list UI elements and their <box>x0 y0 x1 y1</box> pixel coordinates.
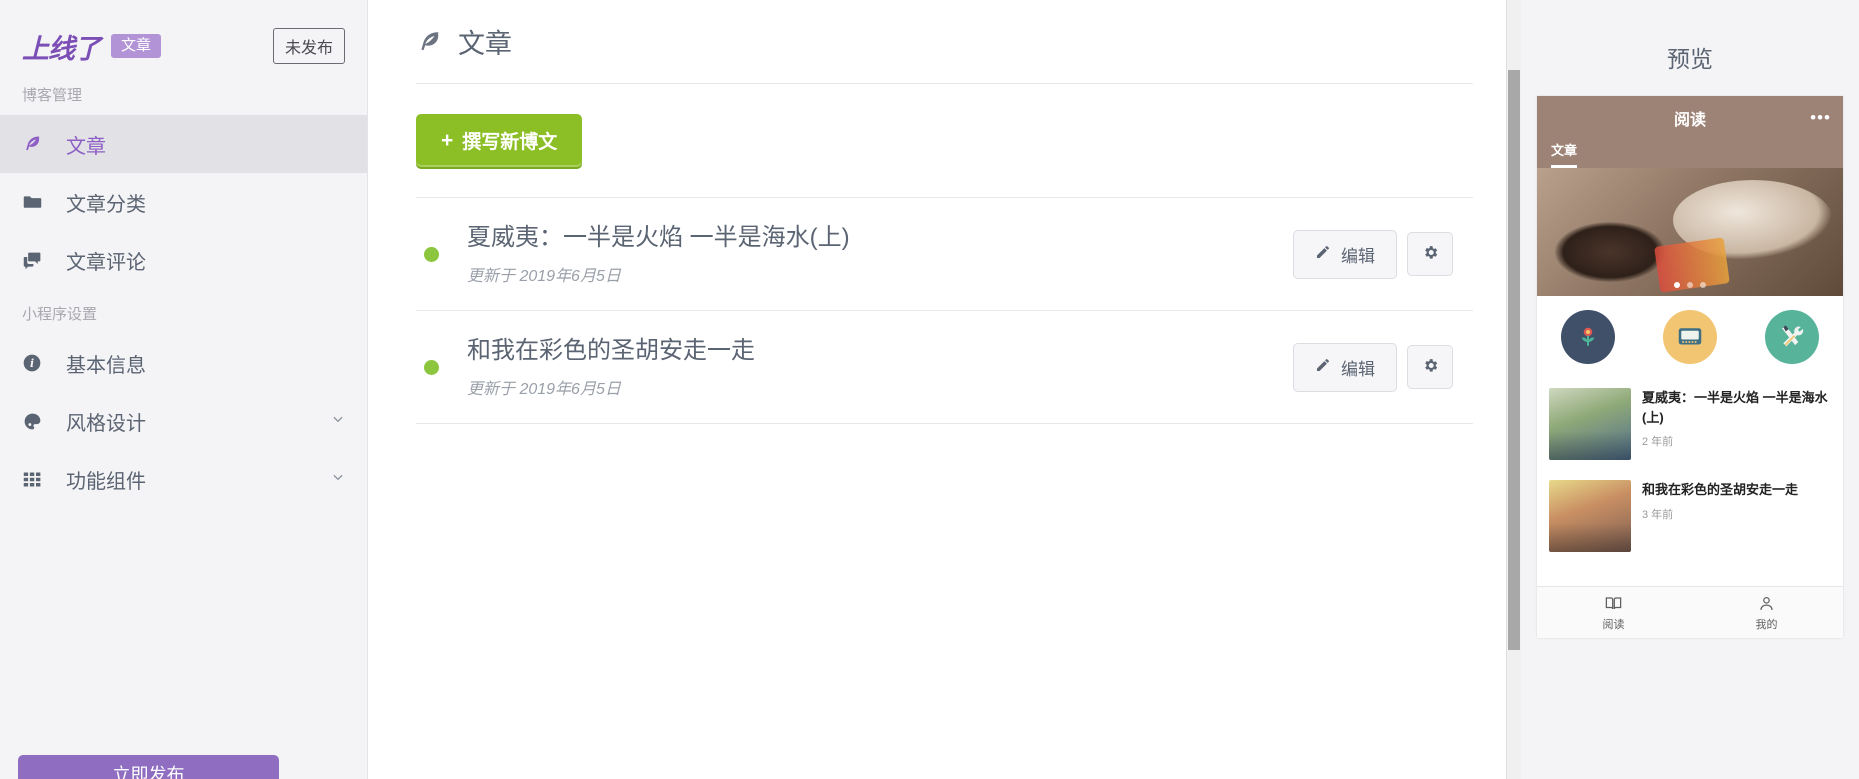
article-time: 2 年前 <box>1642 436 1674 448</box>
status-badge <box>424 246 439 262</box>
gear-icon <box>1422 357 1439 377</box>
brand-logo[interactable]: 上线了 <box>22 27 101 66</box>
chevron-down-icon[interactable] <box>331 412 345 430</box>
post-text: 和我在彩色的圣胡安走一走 更新于 2019年6月5日 <box>467 335 1293 399</box>
sidebar-item-label: 功能组件 <box>66 470 146 493</box>
screen-icon[interactable] <box>1663 310 1717 364</box>
nav-group-title-blog: 博客管理 <box>22 87 83 104</box>
edit-button[interactable]: 编辑 <box>1293 342 1397 392</box>
phone-tabbar: 阅读 我的 <box>1537 586 1843 638</box>
post-text: 夏威夷：一半是火焰 一半是海水(上) 更新于 2019年6月5日 <box>467 222 1293 286</box>
pencil-icon <box>1315 244 1331 265</box>
sidebar-item-basic-info[interactable]: i 基本信息 <box>0 334 367 392</box>
svg-text:i: i <box>30 357 34 370</box>
comments-icon <box>22 250 52 271</box>
sidebar-item-comments[interactable]: 文章评论 <box>0 231 367 289</box>
article-time: 3 年前 <box>1642 508 1674 521</box>
tabbar-label: 阅读 <box>1602 618 1625 631</box>
article-meta: 夏威夷：一半是火焰 一半是海水(上) 2 年前 <box>1642 388 1831 460</box>
page-title: 文章 <box>416 22 1473 84</box>
preview-title: 预览 <box>1667 46 1713 72</box>
sidebar-item-components[interactable]: 功能组件 <box>0 450 367 508</box>
pencil-icon <box>1315 357 1331 378</box>
main-inner: 文章 + 撰写新博文 夏威夷：一半是火焰 一半是海水(上) 更新于 2019年6… <box>368 0 1521 425</box>
preview-panel: 预览 阅读 ••• 文章 夏威夷：一半是火焰 一半是海水(上) 2 年前 和我在… <box>1521 0 1859 779</box>
post-date: 更新于 2019年6月5日 <box>467 381 621 399</box>
post-date: 更新于 2019年6月5日 <box>467 268 621 286</box>
sidebar-item-categories[interactable]: 文章分类 <box>0 173 367 231</box>
phone-header: 阅读 ••• 文章 <box>1537 96 1843 168</box>
settings-button[interactable] <box>1407 232 1453 277</box>
plus-icon: + <box>441 129 454 152</box>
sidebar-brand-row: 上线了 文章 未发布 <box>0 0 367 70</box>
flower-icon[interactable] <box>1561 310 1615 364</box>
grid-icon <box>22 469 52 490</box>
page-title-text: 文章 <box>458 29 512 59</box>
article-title: 和我在彩色的圣胡安走一走 <box>1642 482 1799 497</box>
carousel-dot[interactable] <box>1687 282 1693 288</box>
feather-icon <box>22 134 52 154</box>
post-title[interactable]: 夏威夷：一半是火焰 一半是海水(上) <box>467 222 1293 253</box>
row-actions: 编辑 <box>1293 342 1453 392</box>
carousel-dots <box>1537 282 1843 288</box>
phone-hero-banner[interactable] <box>1537 168 1843 296</box>
phone-tabs: 文章 <box>1537 130 1843 168</box>
phone-article-list: 夏威夷：一半是火焰 一半是海水(上) 2 年前 和我在彩色的圣胡安走一走 3 年… <box>1537 378 1843 562</box>
scrollbar-thumb[interactable] <box>1508 70 1520 650</box>
carousel-dot[interactable] <box>1700 282 1706 288</box>
sidebar-item-articles[interactable]: 文章 <box>0 115 367 173</box>
gear-icon <box>1422 244 1439 264</box>
phone-header-title: 阅读 <box>1673 112 1706 129</box>
table-row[interactable]: 夏威夷：一半是火焰 一半是海水(上) 更新于 2019年6月5日 编辑 <box>416 197 1473 310</box>
article-thumbnail <box>1549 388 1631 460</box>
nav-group-title-miniapp: 小程序设置 <box>22 306 98 323</box>
sidebar-item-label: 风格设计 <box>66 412 146 435</box>
chevron-down-icon[interactable] <box>331 470 345 488</box>
folder-icon <box>22 192 52 213</box>
sidebar-item-label: 文章评论 <box>66 251 146 274</box>
book-icon <box>1604 594 1623 613</box>
tabbar-item-mine[interactable]: 我的 <box>1690 587 1843 638</box>
person-icon <box>1757 594 1776 613</box>
publish-cta-button[interactable]: 立即发布 <box>18 755 279 779</box>
info-icon: i <box>22 353 52 373</box>
new-post-button[interactable]: + 撰写新博文 <box>416 114 583 167</box>
sidebar-item-style-design[interactable]: 风格设计 <box>0 392 367 450</box>
scrollbar[interactable] <box>1506 0 1521 779</box>
phone-tab-articles[interactable]: 文章 <box>1551 140 1578 168</box>
edit-button-label: 编辑 <box>1341 359 1375 379</box>
phone-preview: 阅读 ••• 文章 夏威夷：一半是火焰 一半是海水(上) 2 年前 和我在彩色的… <box>1537 96 1843 638</box>
table-row[interactable]: 和我在彩色的圣胡安走一走 更新于 2019年6月5日 编辑 <box>416 310 1473 425</box>
tools-icon[interactable] <box>1765 310 1819 364</box>
sidebar-item-label: 文章 <box>66 135 106 158</box>
more-icon[interactable]: ••• <box>1810 108 1831 128</box>
hero-decor-muffins <box>1555 222 1665 282</box>
edit-button-label: 编辑 <box>1341 246 1375 266</box>
tabbar-label: 我的 <box>1755 618 1778 631</box>
row-actions: 编辑 <box>1293 229 1453 279</box>
tabbar-item-read[interactable]: 阅读 <box>1537 587 1690 638</box>
status-badge <box>424 359 439 375</box>
brand-badge: 文章 <box>111 33 162 59</box>
app-root: 上线了 文章 未发布 博客管理 文章 文章分类 文章评论 小程序设置 i 基本信… <box>0 0 1859 779</box>
edit-button[interactable]: 编辑 <box>1293 229 1397 279</box>
list-item[interactable]: 夏威夷：一半是火焰 一半是海水(上) 2 年前 <box>1537 378 1843 470</box>
post-title[interactable]: 和我在彩色的圣胡安走一走 <box>467 335 1293 366</box>
article-meta: 和我在彩色的圣胡安走一走 3 年前 <box>1642 480 1831 552</box>
sidebar: 上线了 文章 未发布 博客管理 文章 文章分类 文章评论 小程序设置 i 基本信… <box>0 0 368 779</box>
post-list: 夏威夷：一半是火焰 一半是海水(上) 更新于 2019年6月5日 编辑 和我在彩… <box>416 197 1473 425</box>
sidebar-item-label: 文章分类 <box>66 193 146 216</box>
feather-icon <box>416 29 442 55</box>
new-post-button-label: 撰写新博文 <box>462 132 558 153</box>
carousel-dot[interactable] <box>1674 282 1680 288</box>
publish-status-badge[interactable]: 未发布 <box>272 28 345 64</box>
article-title: 夏威夷：一半是火焰 一半是海水(上) <box>1642 390 1828 425</box>
phone-icon-row <box>1537 296 1843 378</box>
palette-icon <box>22 411 52 432</box>
list-item[interactable]: 和我在彩色的圣胡安走一走 3 年前 <box>1537 470 1843 562</box>
settings-button[interactable] <box>1407 345 1453 390</box>
article-thumbnail <box>1549 480 1631 552</box>
main-content: 文章 + 撰写新博文 夏威夷：一半是火焰 一半是海水(上) 更新于 2019年6… <box>368 0 1521 779</box>
sidebar-item-label: 基本信息 <box>66 354 146 377</box>
